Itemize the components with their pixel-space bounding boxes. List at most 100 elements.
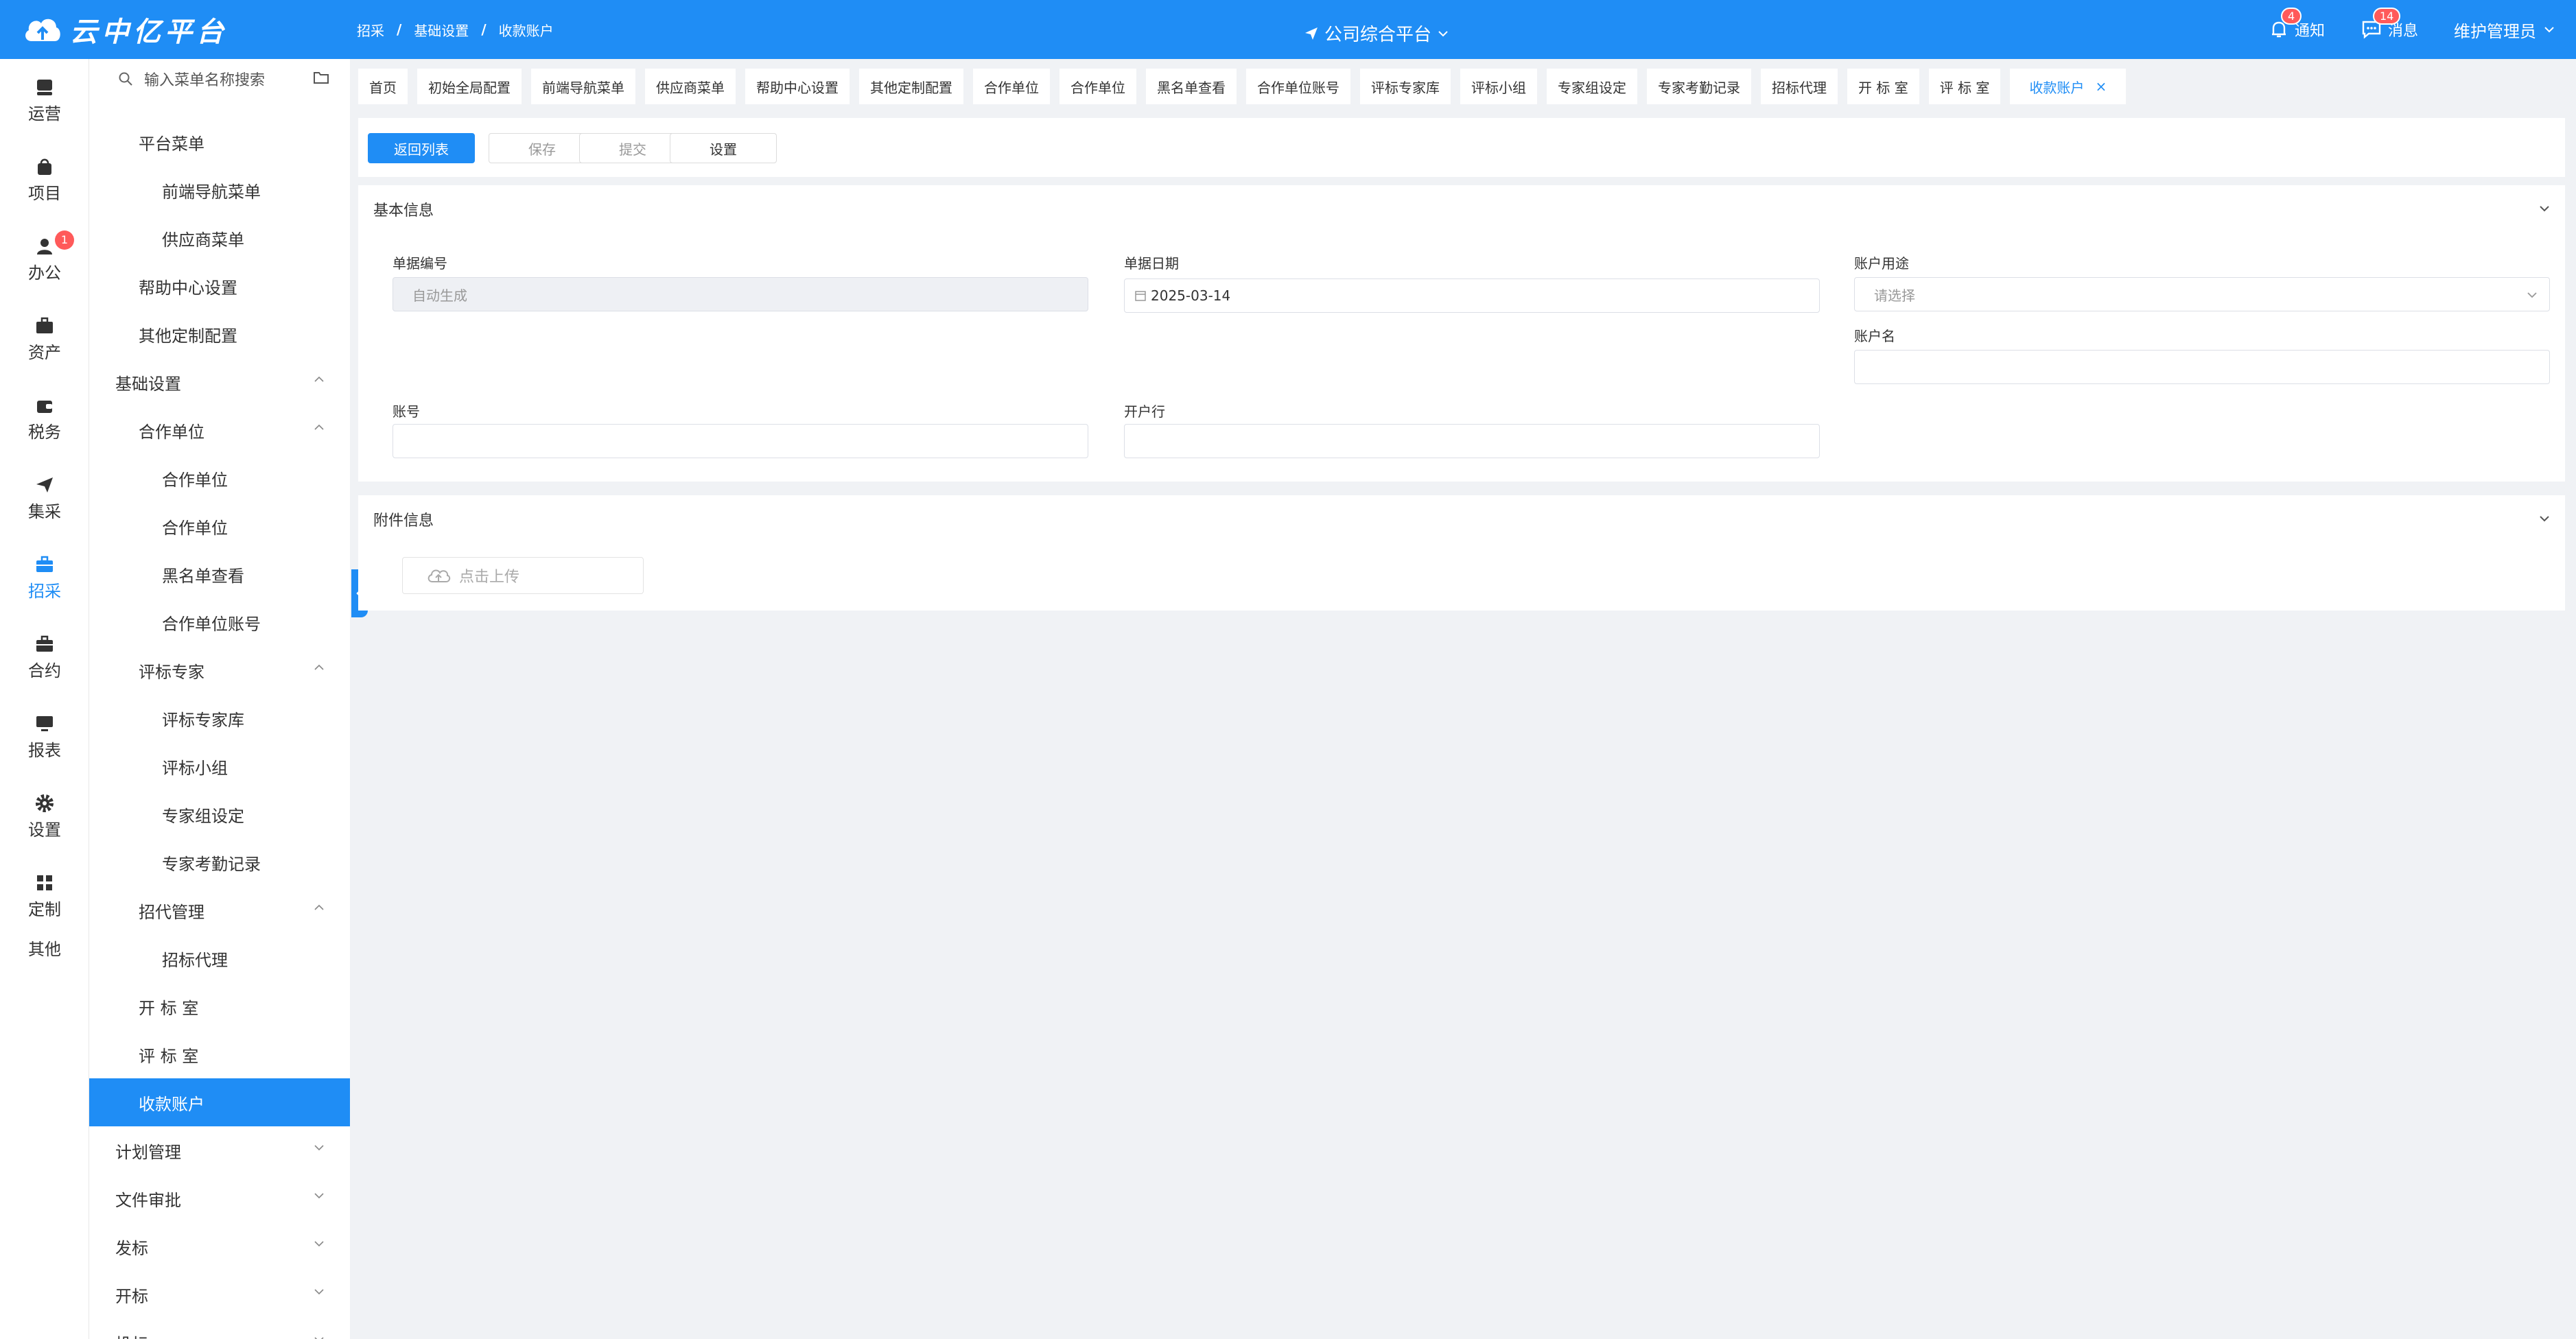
tab[interactable]: 供应商菜单	[645, 69, 736, 104]
notifications-button[interactable]: 4 通知	[2269, 8, 2325, 40]
sidebar-item-label: 帮助中心设置	[139, 278, 237, 298]
sidebar-item[interactable]: 专家组设定	[89, 790, 350, 838]
tab[interactable]: 前端导航菜单	[531, 69, 635, 104]
sidebar-item[interactable]: 合作单位账号	[89, 598, 350, 646]
sidebar-item[interactable]: 评标小组	[89, 742, 350, 790]
doc-no-label: 单据编号	[393, 255, 447, 272]
tab[interactable]: 合作单位账号	[1246, 69, 1350, 104]
sidebar-item[interactable]: 收款账户	[89, 1078, 350, 1126]
purpose-select[interactable]: 请选择	[1854, 277, 2550, 311]
attachment-header[interactable]: 附件信息	[358, 495, 2565, 543]
rail-item-custom[interactable]: 定制	[0, 873, 89, 920]
platform-switcher[interactable]: 公司综合平台	[1304, 21, 1449, 46]
sidebar-item[interactable]: 开标	[89, 1270, 350, 1318]
folder-icon[interactable]	[313, 70, 329, 85]
rail-item-contracts[interactable]: 合约	[0, 634, 89, 681]
sidebar-item[interactable]: 合作单位	[89, 502, 350, 550]
rail-item-tax[interactable]: 税务	[0, 395, 89, 442]
basic-info-header[interactable]: 基本信息	[358, 185, 2565, 233]
chevron-up-icon	[314, 904, 324, 910]
rail-item-projects[interactable]: 项目	[0, 156, 89, 204]
tab[interactable]: 黑名单查看	[1146, 69, 1237, 104]
tab[interactable]: 帮助中心设置	[745, 69, 850, 104]
tab[interactable]: 开 标 室	[1847, 69, 1919, 104]
sidebar-item[interactable]: 计划管理	[89, 1126, 350, 1174]
rail-item-operations[interactable]: 运营	[0, 77, 89, 124]
account-no-label: 账号	[393, 403, 420, 420]
sidebar-item[interactable]: 前端导航菜单	[89, 166, 350, 214]
rail-label: 报表	[28, 741, 61, 760]
tab[interactable]: 专家考勤记录	[1647, 69, 1751, 104]
sidebar-item[interactable]: 合作单位	[89, 454, 350, 502]
menu-search[interactable]: 输入菜单名称搜索	[89, 59, 350, 99]
sidebar-item[interactable]: 评标专家	[89, 646, 350, 694]
tab[interactable]: 评标小组	[1460, 69, 1537, 104]
sidebar-item[interactable]: 投标	[89, 1318, 350, 1339]
sidebar-item[interactable]: 发标	[89, 1222, 350, 1270]
tab[interactable]: 专家组设定	[1547, 69, 1637, 104]
rail-item-procurement[interactable]: 集采	[0, 475, 89, 522]
close-icon[interactable]: ×	[2095, 78, 2107, 95]
tab[interactable]: 合作单位	[1059, 69, 1136, 104]
account-no-input[interactable]	[393, 424, 1088, 458]
rail-label: 税务	[28, 423, 61, 442]
back-to-list-button[interactable]: 返回列表	[368, 133, 475, 163]
tab-active[interactable]: 收款账户 ×	[2010, 69, 2127, 104]
rail-item-settings[interactable]: 设置	[0, 793, 89, 840]
rail-item-reports[interactable]: 报表	[0, 713, 89, 761]
bank-label: 开户行	[1124, 403, 1165, 420]
sidebar-item-label: 评 标 室	[139, 1046, 199, 1066]
sidebar-item[interactable]: 开 标 室	[89, 982, 350, 1030]
breadcrumb-item: 收款账户	[498, 22, 554, 39]
bank-input[interactable]	[1124, 424, 1820, 458]
rail-item-other[interactable]: 其他	[0, 936, 89, 960]
briefcase-icon	[36, 635, 53, 652]
purpose-label: 账户用途	[1854, 255, 1909, 272]
chevron-down-icon	[314, 1241, 324, 1247]
sidebar-item-label: 供应商菜单	[162, 230, 244, 250]
sidebar-item[interactable]: 基础设置	[89, 358, 350, 406]
rail-item-office[interactable]: 1 办公	[0, 230, 89, 283]
sidebar-item[interactable]: 其他定制配置	[89, 310, 350, 358]
sidebar-item[interactable]: 文件审批	[89, 1174, 350, 1222]
sidebar-item[interactable]: 专家考勤记录	[89, 838, 350, 886]
rail-label: 定制	[28, 900, 61, 919]
sidebar-item[interactable]: 合作单位	[89, 406, 350, 454]
tab[interactable]: 合作单位	[973, 69, 1050, 104]
tab[interactable]: 首页	[358, 69, 408, 104]
breadcrumb-item[interactable]: 招采	[357, 20, 384, 40]
messages-button[interactable]: 14 消息	[2361, 8, 2418, 40]
rail-label: 集采	[28, 502, 61, 521]
account-name-input[interactable]	[1854, 350, 2550, 384]
app-logo[interactable]: 云中亿平台	[0, 10, 357, 49]
sidebar-item[interactable]: 黑名单查看	[89, 550, 350, 598]
sidebar-item[interactable]: 招标代理	[89, 934, 350, 982]
sidebar-item[interactable]: 帮助中心设置	[89, 262, 350, 310]
sidebar-item[interactable]: 招代管理	[89, 886, 350, 934]
breadcrumb-item[interactable]: 基础设置	[414, 20, 469, 40]
chevron-up-icon	[314, 424, 324, 430]
rail-badge: 1	[55, 230, 74, 250]
tab[interactable]: 评标专家库	[1360, 69, 1451, 104]
sidebar-item-label: 评标小组	[162, 758, 228, 778]
sidebar-item[interactable]: 评标专家库	[89, 694, 350, 742]
rail-item-assets[interactable]: 资产	[0, 316, 89, 363]
tab[interactable]: 初始全局配置	[417, 69, 522, 104]
sidebar-item[interactable]: 平台菜单	[89, 118, 350, 166]
tab[interactable]: 招标代理	[1761, 69, 1838, 104]
tab[interactable]: 其他定制配置	[859, 69, 963, 104]
sidebar-item-label: 合作单位	[162, 518, 228, 538]
tab[interactable]: 评 标 室	[1928, 69, 2001, 104]
upload-button[interactable]: 点击上传	[402, 557, 644, 594]
rail-item-bidding[interactable]: 招采	[0, 554, 89, 602]
attachment-section: 附件信息 点击上传	[358, 495, 2565, 611]
search-input[interactable]: 输入菜单名称搜索	[144, 68, 265, 90]
settings-button[interactable]: 设置	[670, 133, 777, 163]
sidebar-item[interactable]: 评 标 室	[89, 1030, 350, 1078]
rail-label: 招采	[28, 582, 61, 601]
sidebar-item[interactable]: 供应商菜单	[89, 214, 350, 262]
tab-label: 收款账户	[2029, 79, 2085, 96]
doc-date-value: 2025-03-14	[1151, 287, 1231, 304]
doc-date-field[interactable]: 2025-03-14	[1124, 279, 1820, 313]
user-menu[interactable]: 维护管理员	[2454, 18, 2555, 42]
